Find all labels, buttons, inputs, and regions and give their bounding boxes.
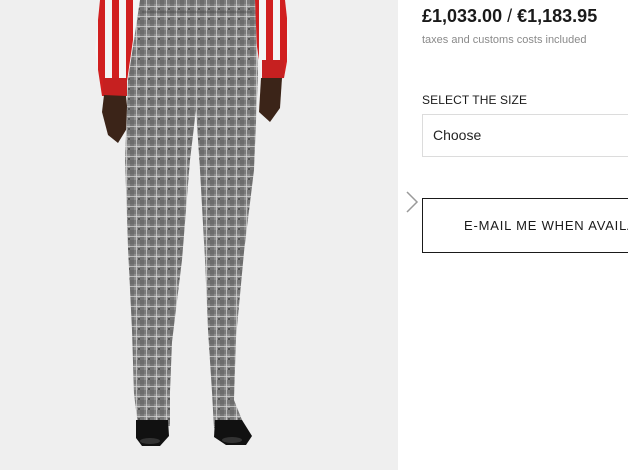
- price-separator: /: [507, 6, 513, 26]
- size-label: SELECT THE SIZE: [422, 93, 528, 107]
- tax-note: taxes and customs costs included: [422, 34, 587, 46]
- email-when-available-button[interactable]: E-MAIL ME WHEN AVAILA: [422, 198, 628, 253]
- product-photo-illustration: [0, 0, 398, 470]
- product-price: £1,033.00 / €1,183.95: [422, 6, 597, 27]
- product-details-panel: £1,033.00 / €1,183.95 taxes and customs …: [398, 0, 628, 470]
- product-image[interactable]: [0, 0, 398, 470]
- size-select[interactable]: Choose: [422, 114, 628, 157]
- chevron-right-icon[interactable]: [404, 190, 420, 214]
- price-gbp: £1,033.00: [422, 6, 503, 26]
- price-eur: €1,183.95: [517, 6, 598, 26]
